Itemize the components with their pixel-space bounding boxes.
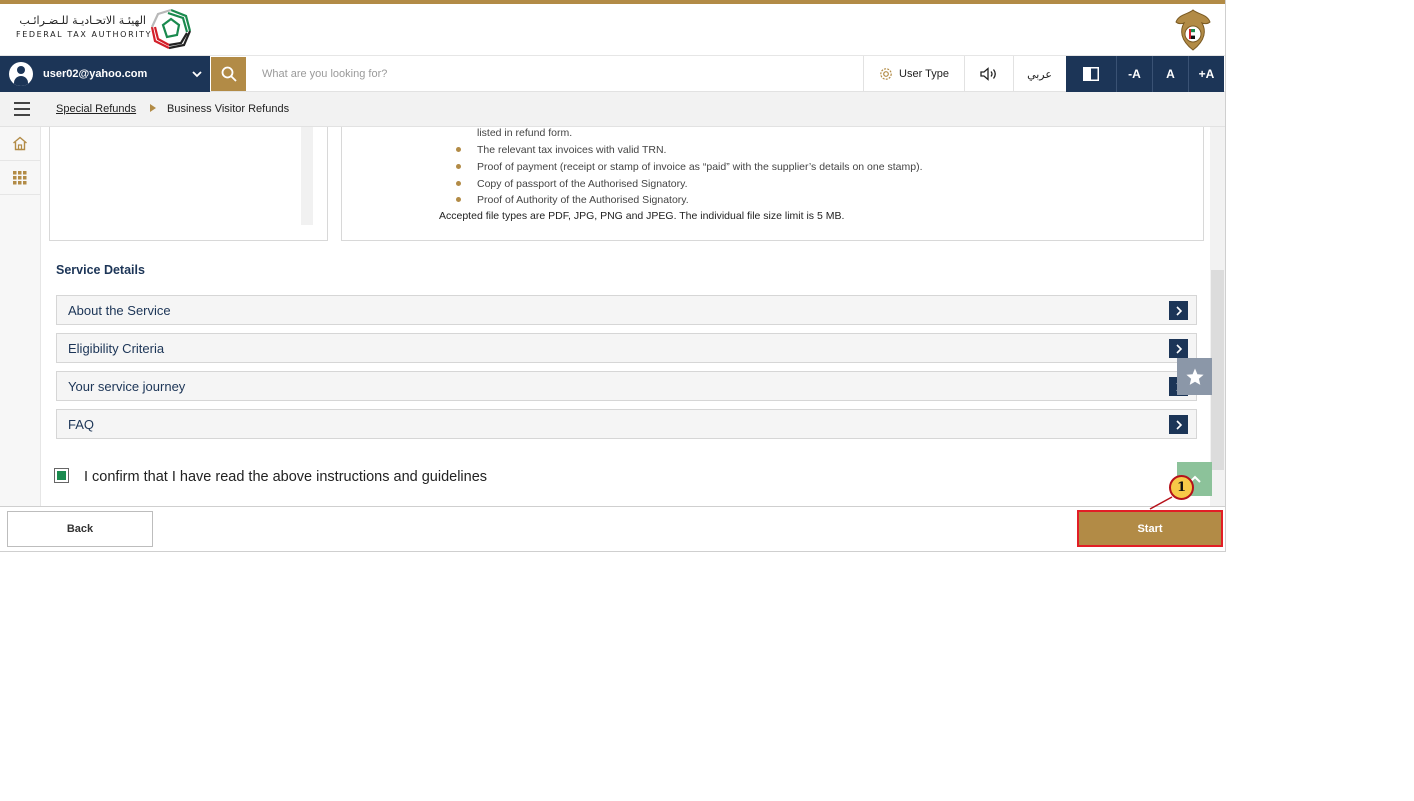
document-continued-text: listed in refund form. — [477, 127, 573, 139]
user-menu[interactable]: user02@yahoo.com — [0, 56, 210, 92]
chevron-right-icon[interactable] — [1169, 415, 1188, 434]
confirm-checkbox[interactable] — [54, 468, 69, 483]
gear-icon — [880, 68, 892, 80]
chevron-right-icon[interactable] — [1169, 339, 1188, 358]
list-item: The relevant tax invoices with valid TRN… — [455, 143, 923, 160]
star-icon — [1185, 368, 1204, 385]
breadcrumb-special-refunds[interactable]: Special Refunds — [56, 103, 136, 115]
font-increase-button[interactable]: +A — [1188, 56, 1224, 92]
breadcrumb-separator-icon — [150, 104, 156, 112]
user-avatar-icon — [9, 62, 33, 86]
service-details-title: Service Details — [56, 263, 145, 277]
step-number-badge: 1 — [1169, 475, 1194, 500]
font-decrease-button[interactable]: -A — [1116, 56, 1152, 92]
contrast-icon — [1083, 67, 1099, 81]
logo-english-text: FEDERAL TAX AUTHORITY — [16, 30, 153, 39]
user-email: user02@yahoo.com — [43, 68, 148, 80]
file-types-note: Accepted file types are PDF, JPG, PNG an… — [439, 210, 845, 222]
home-button[interactable] — [0, 127, 40, 161]
accordion-eligibility-criteria[interactable]: Eligibility Criteria — [56, 333, 1197, 363]
breadcrumb-bar: Special Refunds Business Visitor Refunds — [0, 92, 1225, 127]
accordion-about-service[interactable]: About the Service — [56, 295, 1197, 325]
main-content: listed in refund form. The relevant tax … — [41, 127, 1210, 506]
checkbox-checked-mark — [57, 471, 66, 480]
confirm-label: I confirm that I have read the above ins… — [84, 469, 488, 485]
speaker-icon — [980, 67, 996, 81]
font-normal-button[interactable]: A — [1152, 56, 1188, 92]
accordion-label: Your service journey — [68, 379, 186, 394]
back-button[interactable]: Back — [7, 511, 153, 547]
documents-list: The relevant tax invoices with valid TRN… — [455, 143, 923, 210]
apps-button[interactable] — [0, 161, 40, 195]
audio-button[interactable] — [964, 56, 1013, 92]
site-header: الهيئـة الاتحـاديـة للـضـرائـب FEDERAL T… — [0, 4, 1225, 56]
uae-emblem-icon — [1175, 9, 1211, 51]
hamburger-menu-icon[interactable] — [14, 102, 30, 116]
panel-scrollbar[interactable] — [301, 127, 313, 225]
list-item: Proof of Authority of the Authorised Sig… — [455, 193, 923, 210]
language-toggle[interactable]: عربي — [1013, 56, 1065, 92]
fta-logo-icon[interactable] — [149, 7, 193, 51]
user-type-button[interactable]: User Type — [863, 56, 964, 92]
required-documents-panel: listed in refund form. The relevant tax … — [341, 127, 1204, 241]
start-button[interactable]: Start — [1077, 510, 1223, 547]
list-item: Proof of payment (receipt or stamp of in… — [455, 160, 923, 177]
scrollbar-thumb[interactable] — [1211, 270, 1224, 470]
top-toolbar: user02@yahoo.com User Type عربي -A A +A — [0, 56, 1225, 92]
accordion-service-journey[interactable]: Your service journey — [56, 371, 1197, 401]
breadcrumb-current: Business Visitor Refunds — [167, 103, 290, 115]
search-input[interactable] — [250, 59, 850, 89]
list-item: Copy of passport of the Authorised Signa… — [455, 177, 923, 194]
search-button[interactable] — [211, 57, 246, 91]
logo-arabic-text: الهيئـة الاتحـاديـة للـضـرائـب — [19, 14, 146, 27]
left-rail — [0, 127, 41, 506]
grid-icon — [13, 170, 27, 184]
chevron-right-icon[interactable] — [1169, 301, 1188, 320]
search-icon — [221, 66, 237, 82]
left-info-panel — [49, 127, 328, 241]
user-type-label: User Type — [899, 68, 949, 80]
fta-logo-text[interactable]: الهيئـة الاتحـاديـة للـضـرائـب FEDERAL T… — [16, 14, 153, 39]
home-icon — [13, 136, 27, 151]
favourite-button[interactable] — [1177, 358, 1212, 395]
app-window: الهيئـة الاتحـاديـة للـضـرائـب FEDERAL T… — [0, 0, 1226, 552]
accordion-label: FAQ — [68, 417, 95, 432]
page-scrollbar[interactable] — [1210, 127, 1225, 506]
accordion-faq[interactable]: FAQ — [56, 409, 1197, 439]
contrast-button[interactable] — [1066, 56, 1116, 92]
accordion-label: Eligibility Criteria — [68, 341, 165, 356]
action-footer: Back Start — [0, 506, 1225, 551]
accordion-label: About the Service — [68, 303, 171, 318]
chevron-down-icon[interactable] — [192, 69, 202, 79]
